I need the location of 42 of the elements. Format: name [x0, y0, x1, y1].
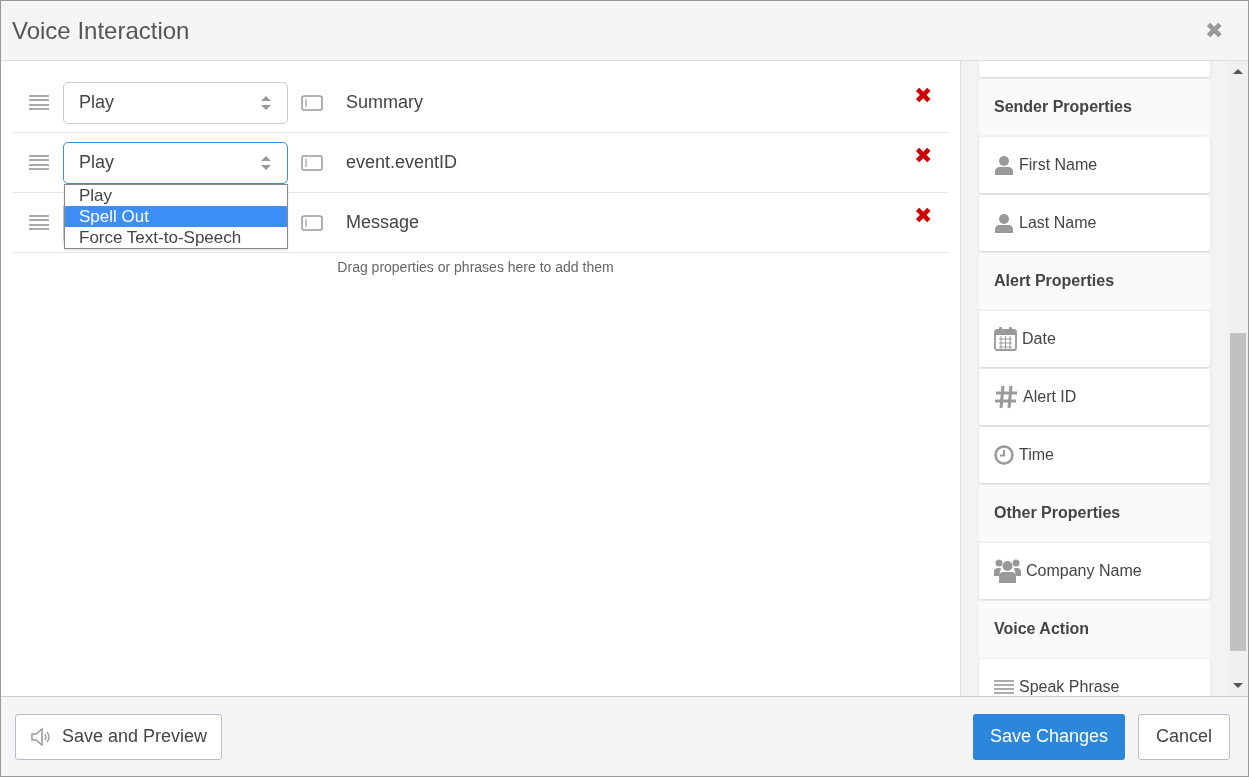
group-header: Alert Properties: [979, 253, 1210, 309]
save-changes-button[interactable]: Save Changes: [972, 713, 1125, 760]
group-header: Sender Properties: [979, 79, 1210, 135]
people-icon: [994, 559, 1021, 583]
drop-hint: Drag properties or phrases here to add them: [336, 258, 615, 277]
property-item[interactable]: First Name: [979, 137, 1210, 193]
dropdown-option[interactable]: Play: [65, 185, 287, 206]
text-field-icon: [301, 94, 323, 111]
property-label: Message: [346, 211, 421, 234]
remove-button[interactable]: ✖: [914, 145, 932, 167]
property-item[interactable]: Time: [979, 427, 1210, 483]
property-item[interactable]: Last Name: [979, 195, 1210, 251]
drag-handle-icon[interactable]: [29, 94, 49, 111]
property-item[interactable]: Speak Phrase: [979, 659, 1210, 696]
speaker-icon: [30, 726, 52, 747]
property-label: event.eventID: [346, 151, 459, 174]
group-header: Other Properties: [979, 485, 1210, 541]
dropdown-option[interactable]: Force Text-to-Speech: [65, 227, 287, 248]
lines-icon: [994, 679, 1014, 695]
text-field-icon: [301, 214, 323, 231]
property-item[interactable]: Date: [979, 311, 1210, 367]
hash-icon: [994, 385, 1018, 409]
drag-handle-icon[interactable]: [29, 154, 49, 171]
property-item[interactable]: Alert ID: [979, 369, 1210, 425]
group-header: Voice Action: [979, 601, 1210, 657]
drag-handle-icon[interactable]: [29, 214, 49, 231]
calendar-icon: [994, 327, 1017, 351]
person-icon: [994, 213, 1014, 233]
save-and-preview-button[interactable]: Save and Preview: [15, 713, 223, 760]
sort-arrows-icon: [260, 153, 272, 172]
property-item[interactable]: Company Name: [979, 543, 1210, 599]
remove-button[interactable]: ✖: [914, 85, 932, 107]
cancel-button[interactable]: Cancel: [1137, 713, 1230, 760]
person-icon: [994, 155, 1014, 175]
window-title: Voice Interaction: [12, 15, 190, 46]
mode-select[interactable]: Play: [63, 141, 288, 184]
property-label: Summary: [346, 91, 424, 114]
text-field-icon: [301, 154, 323, 171]
mode-select[interactable]: Play: [63, 81, 288, 124]
clock-icon: [994, 445, 1014, 465]
remove-button[interactable]: ✖: [914, 205, 932, 227]
sort-arrows-icon: [260, 93, 272, 112]
